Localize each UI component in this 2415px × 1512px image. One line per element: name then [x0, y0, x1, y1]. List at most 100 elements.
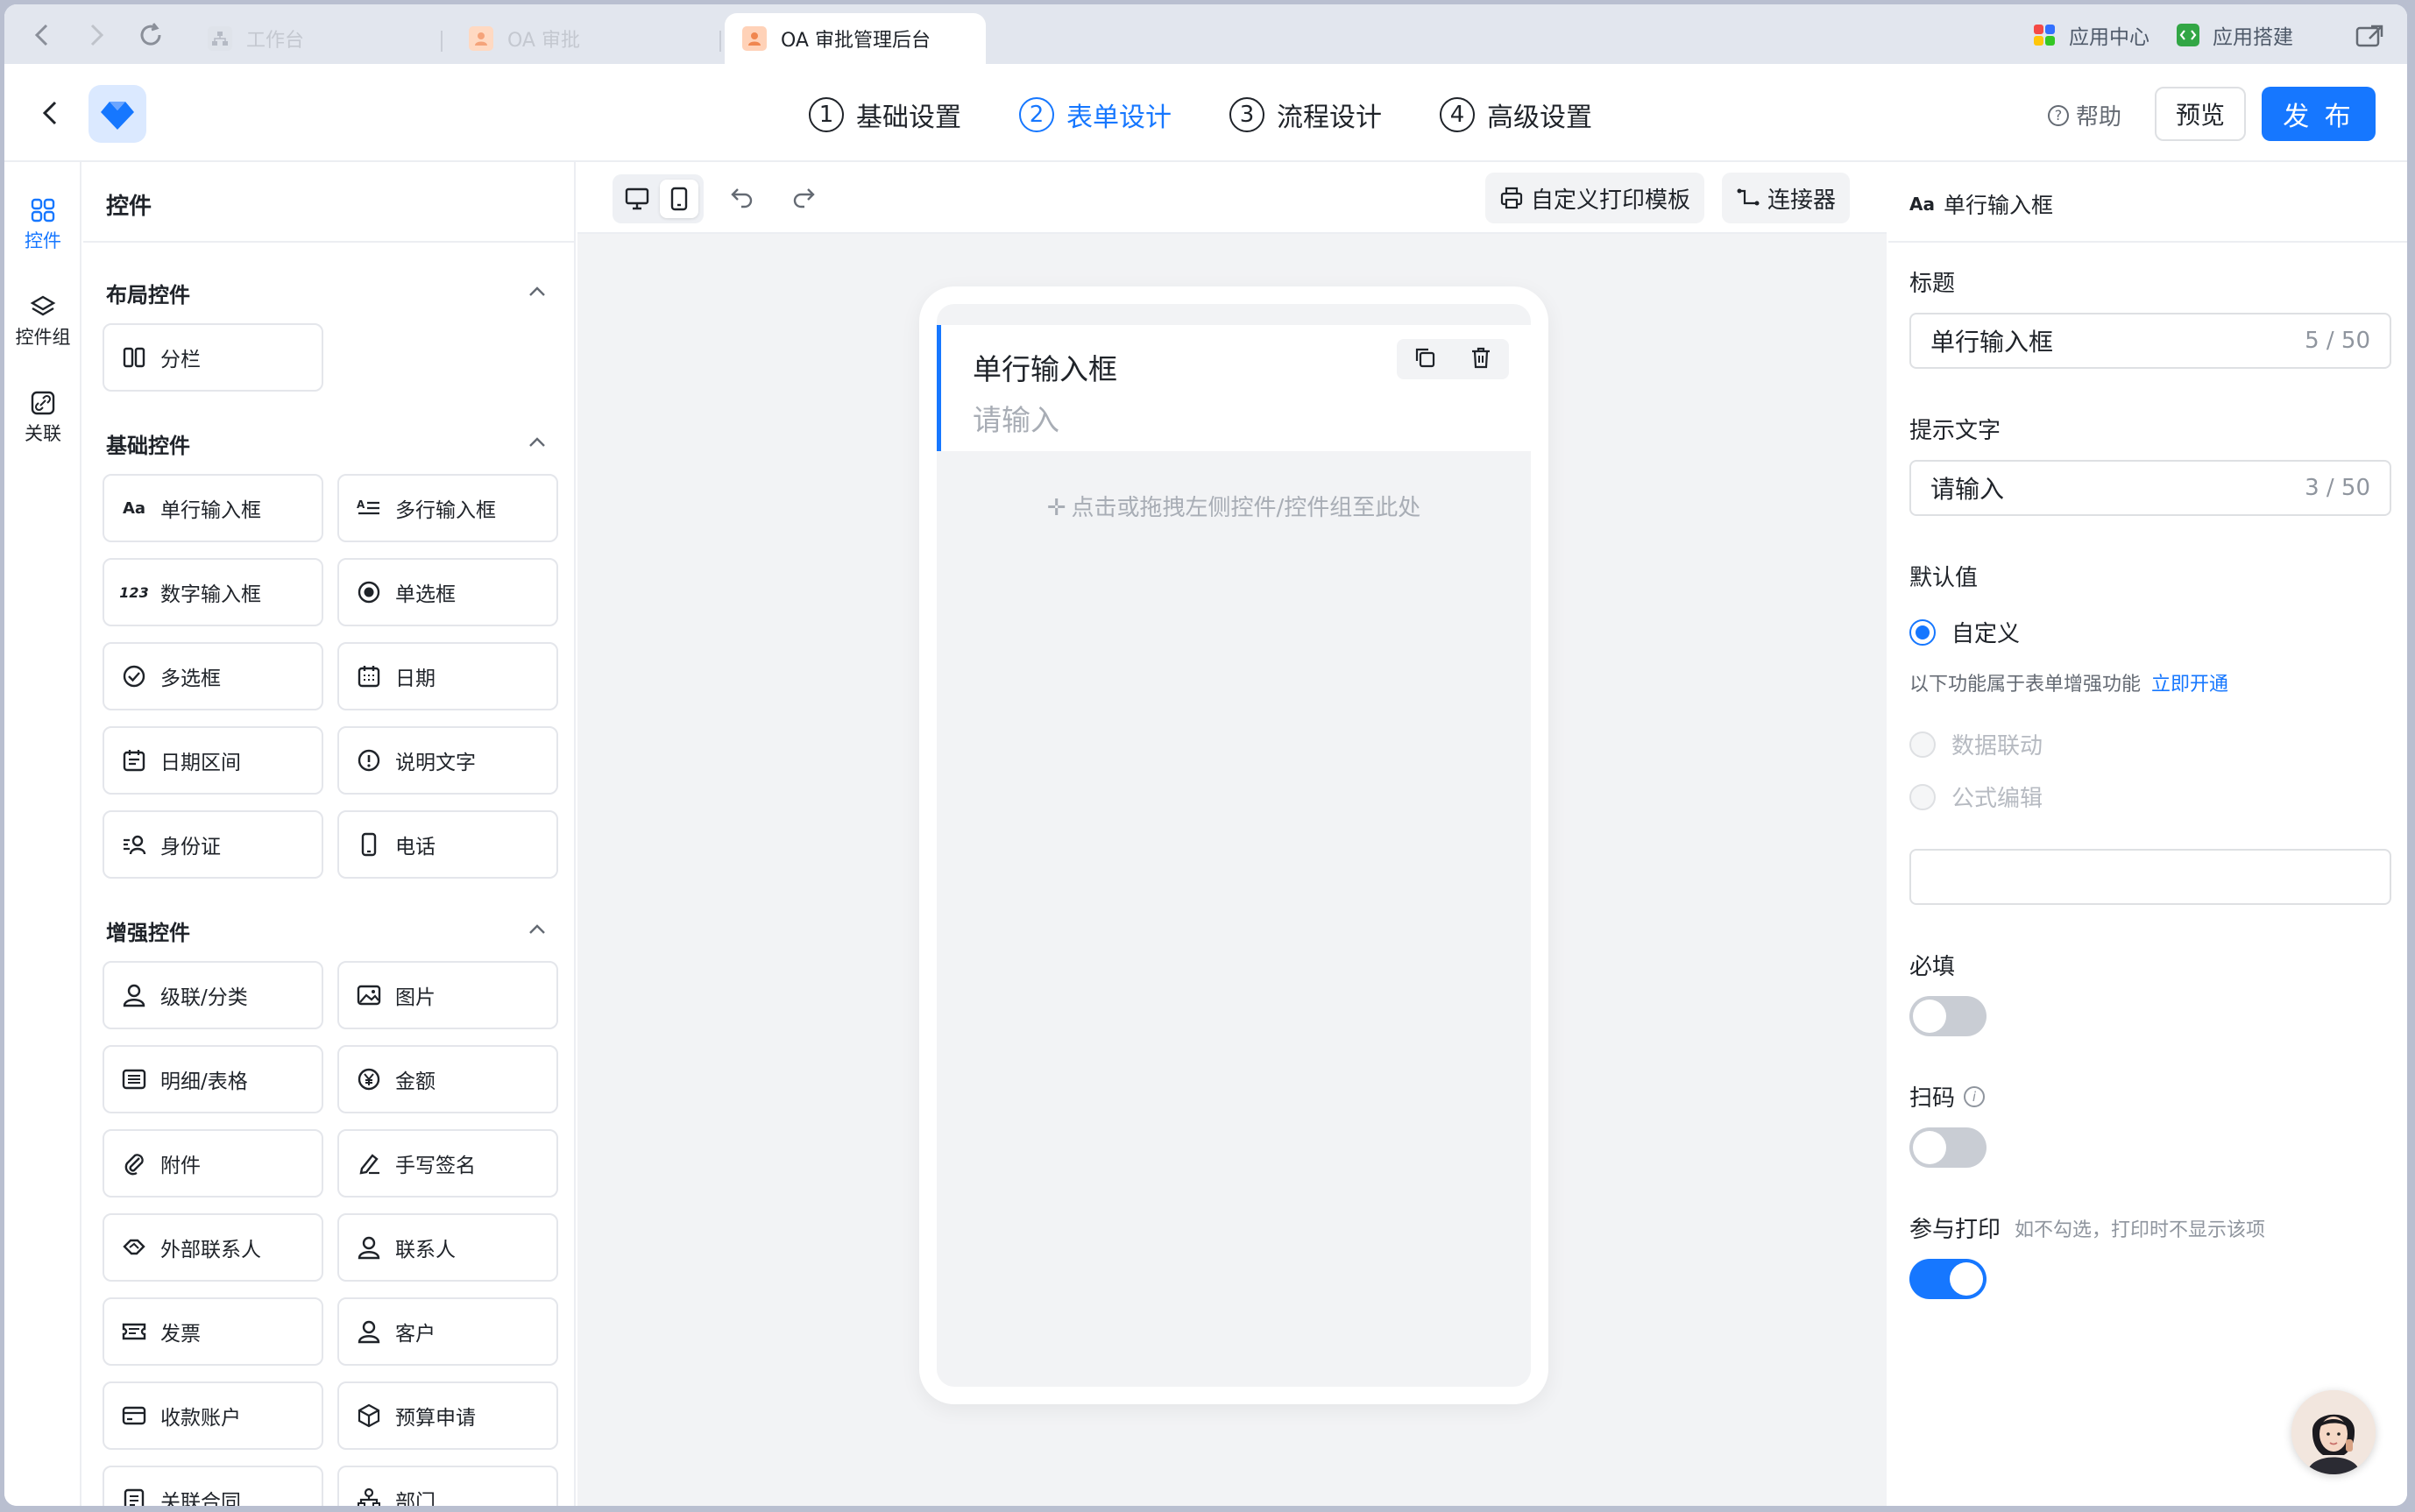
app-center-menu[interactable]: 应用中心 — [2032, 20, 2149, 50]
app-builder-menu[interactable]: 应用搭建 — [2176, 20, 2293, 50]
component-budget-request[interactable]: 预算申请 — [337, 1381, 558, 1450]
rail-item-relations[interactable]: 关联 — [4, 390, 81, 446]
reload-icon[interactable] — [138, 22, 164, 48]
component-label: 电话 — [395, 836, 436, 858]
component-signature[interactable]: 手写签名 — [337, 1129, 558, 1198]
tab-label: OA 审批管理后台 — [781, 30, 931, 52]
component-cascade[interactable]: 级联/分类 — [103, 961, 323, 1029]
step-label: 表单设计 — [1066, 102, 1172, 133]
component-radio[interactable]: 单选框 — [337, 558, 558, 626]
user-outline-icon — [355, 1233, 383, 1261]
field-actions — [1397, 339, 1509, 379]
browser-tab-workbench[interactable]: 工作台 — [208, 13, 304, 64]
component-payee-account[interactable]: 收款账户 — [103, 1381, 323, 1450]
form-field-single-line-input[interactable]: 单行输入框 请输入 — [937, 325, 1531, 451]
component-checkbox[interactable]: 多选框 — [103, 642, 323, 710]
component-id-card[interactable]: 身份证 — [103, 810, 323, 879]
hint-char-count: 3 / 50 — [2305, 475, 2370, 501]
drop-hint-text: 点击或拖拽左侧控件/控件组至此处 — [1071, 495, 1421, 521]
divider — [83, 241, 574, 243]
component-multi-line-input[interactable]: A 多行输入框 — [337, 474, 558, 542]
default-value-input[interactable] — [1909, 849, 2391, 905]
section-title-basic: 基础控件 — [106, 434, 190, 458]
rail-item-controls[interactable]: 控件 — [4, 197, 81, 253]
activate-link[interactable]: 立即开通 — [2151, 674, 2228, 696]
columns-icon — [120, 343, 148, 371]
open-window-icon[interactable] — [2355, 20, 2386, 52]
browser-tab-oa-admin[interactable]: OA 审批管理后台 — [725, 13, 986, 64]
assistant-avatar[interactable] — [2291, 1390, 2376, 1474]
copy-icon[interactable] — [1413, 346, 1436, 372]
forward-arrow-icon[interactable] — [83, 22, 110, 48]
app-builder-icon — [2177, 24, 2199, 46]
title-input[interactable]: 单行输入框 5 / 50 — [1909, 313, 2391, 369]
component-phone[interactable]: 电话 — [337, 810, 558, 879]
drop-hint[interactable]: ✛ 点击或拖拽左侧控件/控件组至此处 — [937, 490, 1531, 522]
step-label: 高级设置 — [1487, 102, 1592, 133]
yen-circle-icon — [355, 1065, 383, 1093]
help-link[interactable]: ? 帮助 — [2048, 99, 2121, 131]
chevron-up-icon[interactable] — [528, 922, 546, 935]
title-label: 标题 — [1909, 271, 1956, 297]
component-department[interactable]: 部门 — [337, 1466, 558, 1506]
back-arrow-icon[interactable] — [29, 22, 55, 48]
component-external-contact[interactable]: 外部联系人 — [103, 1213, 323, 1282]
svg-text:A: A — [357, 498, 365, 511]
step-basic-settings[interactable]: 1 基础设置 — [809, 95, 961, 134]
mobile-view-button[interactable] — [660, 180, 698, 218]
scan-toggle[interactable] — [1909, 1127, 1987, 1168]
publish-button[interactable]: 发 布 — [2262, 87, 2376, 141]
app-builder-label: 应用搭建 — [2213, 26, 2293, 49]
rail-label: 关联 — [25, 423, 61, 444]
mobile-phone-icon — [355, 830, 383, 858]
chevron-up-icon[interactable] — [528, 285, 546, 297]
radio-custom[interactable]: 自定义 — [1909, 616, 2020, 648]
text-aa-icon: Aa — [122, 498, 146, 518]
step-flow-design[interactable]: 3 流程设计 — [1229, 95, 1382, 134]
desktop-view-button[interactable] — [618, 180, 656, 218]
redo-icon[interactable] — [788, 181, 819, 213]
component-date-range[interactable]: 日期区间 — [103, 726, 323, 795]
radio-selected-icon — [1909, 618, 1936, 646]
browser-tab-oa[interactable]: OA 审批 — [469, 13, 580, 64]
component-invoice[interactable]: 发票 — [103, 1297, 323, 1366]
link-icon — [31, 391, 55, 415]
print-label-row: 参与打印 如不勾选，打印时不显示该项 — [1909, 1212, 2265, 1244]
hint-text-input[interactable]: 请输入 3 / 50 — [1909, 460, 2391, 516]
component-number-input[interactable]: 123 数字输入框 — [103, 558, 323, 626]
step-form-design[interactable]: 2 表单设计 — [1019, 95, 1172, 134]
tab-divider — [441, 31, 443, 52]
component-amount[interactable]: 金额 — [337, 1045, 558, 1113]
rail-item-control-groups[interactable]: 控件组 — [4, 293, 81, 350]
trash-icon[interactable] — [1470, 346, 1492, 372]
connector-button[interactable]: 连接器 — [1722, 173, 1851, 223]
component-customer[interactable]: 客户 — [337, 1297, 558, 1366]
required-toggle[interactable] — [1909, 996, 1987, 1036]
component-attachment[interactable]: 附件 — [103, 1129, 323, 1198]
component-contact[interactable]: 联系人 — [337, 1213, 558, 1282]
chevron-up-icon[interactable] — [528, 435, 546, 448]
question-icon: ? — [2048, 104, 2069, 126]
back-button[interactable] — [32, 94, 67, 132]
field-placeholder: 请输入 — [973, 403, 1059, 437]
paperclip-icon — [120, 1149, 148, 1177]
component-related-contract[interactable]: 关联合同 — [103, 1466, 323, 1506]
preview-button[interactable]: 预览 — [2155, 87, 2246, 141]
info-icon[interactable]: i — [1964, 1085, 1986, 1107]
component-image[interactable]: 图片 — [337, 961, 558, 1029]
print-template-label: 自定义打印模板 — [1531, 187, 1691, 214]
step-advanced-settings[interactable]: 4 高级设置 — [1440, 95, 1592, 134]
component-date[interactable]: 日期 — [337, 642, 558, 710]
component-description-text[interactable]: 说明文字 — [337, 726, 558, 795]
component-columns[interactable]: 分栏 — [103, 323, 323, 392]
step-nav: 1 基础设置 2 表单设计 3 流程设计 4 高级设置 — [809, 94, 1650, 136]
component-detail-table[interactable]: 明细/表格 — [103, 1045, 323, 1113]
undo-icon[interactable] — [726, 181, 758, 213]
component-single-line-input[interactable]: Aa 单行输入框 — [103, 474, 323, 542]
component-label: 预算申请 — [395, 1407, 476, 1430]
custom-print-template-button[interactable]: 自定义打印模板 — [1485, 173, 1705, 223]
print-label: 参与打印 — [1909, 1217, 2001, 1243]
print-toggle[interactable] — [1909, 1259, 1987, 1299]
component-label: 说明文字 — [395, 752, 476, 774]
rail-label: 控件组 — [15, 327, 71, 348]
